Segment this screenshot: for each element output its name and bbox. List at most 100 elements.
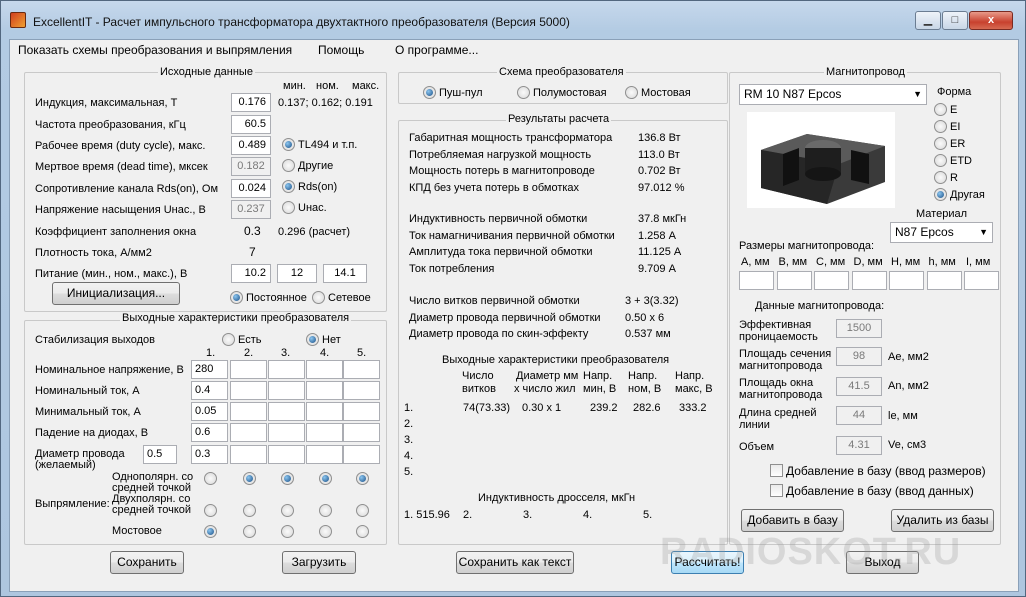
rect-radio-r2-c3[interactable] [281, 504, 294, 517]
output-diode-2[interactable] [230, 423, 267, 442]
supply-max-input[interactable]: 14.1 [323, 264, 367, 283]
output-min-current-1[interactable]: 0.05 [191, 402, 228, 421]
rds-input[interactable]: 0.024 [231, 179, 271, 198]
radio-shape-1[interactable] [934, 103, 947, 116]
wire-desired-input[interactable]: 0.5 [143, 445, 177, 464]
core-data-label: Данные магнитопровода: [755, 300, 885, 312]
save-button[interactable]: Сохранить [110, 551, 184, 574]
rect-radio-r1-c4[interactable] [319, 472, 332, 485]
output-voltage-1[interactable]: 280 [191, 360, 228, 379]
output-current-3[interactable] [268, 381, 305, 400]
radio-dc-supply[interactable] [230, 291, 243, 304]
output-min-current-4[interactable] [306, 402, 343, 421]
output-wire-1[interactable]: 0.3 [191, 445, 228, 464]
output-current-1[interactable]: 0.4 [191, 381, 228, 400]
rect-radio-r1-c1[interactable] [204, 472, 217, 485]
permeability-input[interactable]: 1500 [836, 319, 882, 338]
output-current-2[interactable] [230, 381, 267, 400]
output-diode-5[interactable] [343, 423, 380, 442]
radio-shape-6[interactable] [934, 188, 947, 201]
radio-half-bridge[interactable] [517, 86, 530, 99]
radio-rds[interactable] [282, 180, 295, 193]
rect-radio-r2-c2[interactable] [243, 504, 256, 517]
initialize-button[interactable]: Инициализация... [52, 282, 180, 305]
rect-radio-r3-c2[interactable] [243, 525, 256, 538]
rect-radio-r3-c4[interactable] [319, 525, 332, 538]
ve-input[interactable]: 4.31 [836, 436, 882, 455]
le-input[interactable]: 44 [836, 406, 882, 425]
add-to-base-button[interactable]: Добавить в базу [741, 509, 844, 532]
supply-nom-input[interactable]: 12 [277, 264, 317, 283]
output-voltage-5[interactable] [343, 360, 380, 379]
output-current-4[interactable] [306, 381, 343, 400]
load-button[interactable]: Загрузить [282, 551, 356, 574]
output-wire-2[interactable] [230, 445, 267, 464]
output-diode-3[interactable] [268, 423, 305, 442]
minimize-button[interactable]: ▁ [915, 11, 941, 30]
output-diode-1[interactable]: 0.6 [191, 423, 228, 442]
radio-tl494[interactable] [282, 138, 295, 151]
dimension-input-4[interactable] [851, 271, 887, 290]
menu-show-schemes[interactable]: Показать схемы преобразования и выпрямле… [18, 43, 292, 57]
duty-cycle-input[interactable]: 0.489 [231, 136, 271, 155]
remove-from-base-button[interactable]: Удалить из базы [891, 509, 994, 532]
radio-stab-yes[interactable] [222, 333, 235, 346]
radio-other-controller[interactable] [282, 159, 295, 172]
output-voltage-3[interactable] [268, 360, 305, 379]
rect-radio-r2-c4[interactable] [319, 504, 332, 517]
rect-radio-r3-c3[interactable] [281, 525, 294, 538]
dimension-input-2[interactable] [776, 271, 812, 290]
radio-shape-5[interactable] [934, 171, 947, 184]
supply-min-input[interactable]: 10.2 [231, 264, 271, 283]
rect-radio-r1-c5[interactable] [356, 472, 369, 485]
dimension-input-6[interactable] [926, 271, 962, 290]
dead-time-input[interactable]: 0.182 [231, 157, 271, 176]
radio-shape-2[interactable] [934, 120, 947, 133]
output-wire-4[interactable] [306, 445, 343, 464]
radio-push-pull[interactable] [423, 86, 436, 99]
add-data-checkbox[interactable] [770, 484, 783, 497]
dimension-input-7[interactable] [964, 271, 999, 290]
maximize-button[interactable]: □ [942, 11, 968, 30]
radio-stab-yes-label: Есть [238, 334, 262, 346]
menu-about[interactable]: О программе... [395, 43, 478, 57]
material-select[interactable]: N87 Epcos ▼ [890, 222, 993, 243]
output-diode-4[interactable] [306, 423, 343, 442]
save-as-text-button[interactable]: Сохранить как текст [456, 551, 574, 574]
dimension-input-5[interactable] [889, 271, 924, 290]
result-output-index: 2. [404, 418, 414, 430]
radio-stab-no[interactable] [306, 333, 319, 346]
menu-help[interactable]: Помощь [318, 43, 364, 57]
dimension-input-3[interactable] [814, 271, 849, 290]
add-dims-checkbox[interactable] [770, 464, 783, 477]
rect-radio-r3-c1[interactable] [204, 525, 217, 538]
rect-radio-r3-c5[interactable] [356, 525, 369, 538]
core-model-select[interactable]: RM 10 N87 Epcos ▼ [739, 84, 927, 105]
output-wire-5[interactable] [343, 445, 380, 464]
usat-input[interactable]: 0.237 [231, 200, 271, 219]
output-wire-3[interactable] [268, 445, 305, 464]
radio-shape-3[interactable] [934, 137, 947, 150]
dimension-input-1[interactable] [739, 271, 774, 290]
output-min-current-5[interactable] [343, 402, 380, 421]
output-voltage-2[interactable] [230, 360, 267, 379]
radio-usat[interactable] [282, 201, 295, 214]
output-voltage-4[interactable] [306, 360, 343, 379]
induction-input[interactable]: 0.176 [231, 93, 271, 112]
close-button[interactable]: x [969, 11, 1013, 30]
result-label: Ток намагничивания первичной обмотки [409, 229, 615, 242]
rect-radio-r2-c5[interactable] [356, 504, 369, 517]
radio-shape-4[interactable] [934, 154, 947, 167]
rect-radio-r1-c2[interactable] [243, 472, 256, 485]
frequency-input[interactable]: 60.5 [231, 115, 271, 134]
rect-radio-r2-c1[interactable] [204, 504, 217, 517]
radio-ac-supply[interactable] [312, 291, 325, 304]
radio-full-bridge[interactable] [625, 86, 638, 99]
ae-input[interactable]: 98 [836, 347, 882, 366]
an-input[interactable]: 41.5 [836, 377, 882, 396]
rect-radio-r1-c3[interactable] [281, 472, 294, 485]
output-min-current-2[interactable] [230, 402, 267, 421]
dimension-label: I, мм [966, 256, 991, 268]
output-min-current-3[interactable] [268, 402, 305, 421]
output-current-5[interactable] [343, 381, 380, 400]
